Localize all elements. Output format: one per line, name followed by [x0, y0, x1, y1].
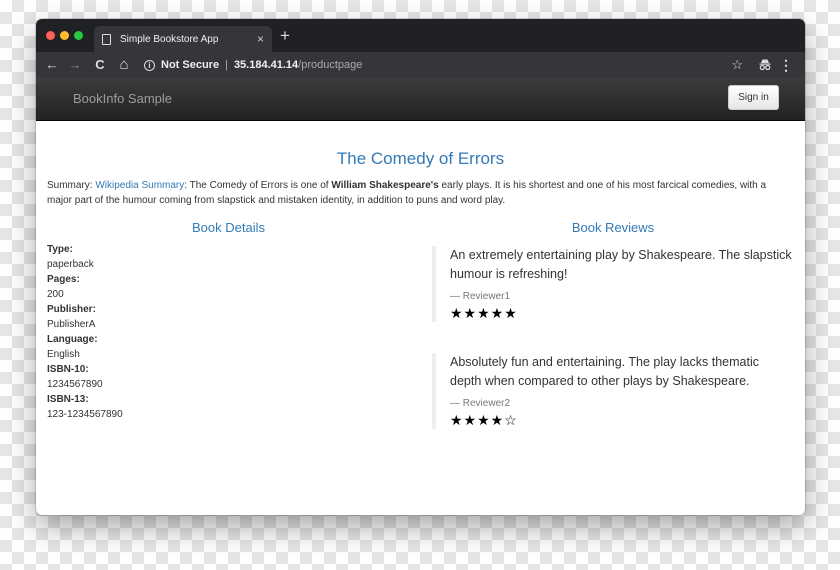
bookmark-star-icon[interactable]: ☆ [731, 57, 743, 73]
review-author: — Reviewer2 [450, 398, 511, 409]
detail-label: ISBN-13: [47, 394, 89, 405]
incognito-icon[interactable] [759, 58, 771, 71]
browser-toolbar: ← → C ⌂ i Not Secure | 35.184.41.14/prod… [36, 52, 805, 78]
review-item: An extremely entertaining play by Shakes… [432, 246, 792, 322]
app-navbar: BookInfo Sample Sign in [36, 78, 805, 121]
info-icon[interactable]: i [144, 59, 155, 71]
detail-label: Publisher: [47, 304, 96, 315]
tab-title: Simple Bookstore App [120, 33, 219, 45]
sign-in-button[interactable]: Sign in [728, 85, 779, 110]
minimize-window-button[interactable] [60, 31, 69, 40]
maximize-window-button[interactable] [74, 31, 83, 40]
detail-label: Pages: [47, 274, 80, 285]
forward-arrow-icon[interactable]: → [67, 57, 83, 73]
menu-icon[interactable]: ⋮ [779, 57, 793, 73]
detail-value: 123-1234567890 [47, 409, 123, 420]
summary-prefix: Summary: [47, 180, 96, 191]
url-path: /productpage [298, 59, 363, 71]
detail-label: ISBN-10: [47, 364, 89, 375]
browser-tab[interactable]: Simple Bookstore App × [94, 26, 272, 52]
security-label: Not Secure [161, 59, 220, 71]
back-arrow-icon[interactable]: ← [44, 57, 60, 73]
review-item: Absolutely fun and entertaining. The pla… [432, 353, 792, 429]
summary-author: William Shakespeare's [331, 180, 439, 191]
star-rating: ★★★★★ [450, 305, 518, 321]
detail-value: paperback [47, 259, 94, 270]
home-icon[interactable]: ⌂ [116, 57, 132, 73]
book-title: The Comedy of Errors [336, 149, 505, 168]
star-rating: ★★★★☆ [450, 412, 518, 428]
detail-value: 200 [47, 289, 64, 300]
book-summary: Summary: Wikipedia Summary: The Comedy o… [47, 178, 793, 208]
detail-value: PublisherA [47, 319, 96, 330]
review-text: Absolutely fun and entertaining. The pla… [450, 355, 759, 388]
wikipedia-summary-link[interactable]: Wikipedia Summary [95, 180, 184, 191]
url-host: 35.184.41.14 [233, 59, 299, 71]
detail-label: Language: [47, 334, 98, 345]
reload-icon[interactable]: C [92, 57, 108, 73]
browser-window: Simple Bookstore App × + ← → C ⌂ i Not S… [36, 19, 805, 515]
summary-text-1: : The Comedy of Errors is one of [184, 180, 332, 191]
brand-link[interactable]: BookInfo Sample [73, 91, 172, 106]
book-details-heading: Book Details [192, 220, 265, 235]
new-tab-button[interactable]: + [280, 27, 290, 44]
address-bar[interactable]: i Not Secure | 35.184.41.14/productpage [144, 57, 362, 73]
product-page: The Comedy of Errors Summary: Wikipedia … [36, 121, 805, 514]
review-text: An extremely entertaining play by Shakes… [450, 248, 792, 281]
book-reviews-heading: Book Reviews [571, 220, 655, 235]
detail-label: Type: [47, 244, 73, 255]
browser-titlebar: Simple Bookstore App × + [36, 19, 805, 52]
tab-close-icon[interactable]: × [257, 33, 264, 45]
book-details-list: Type: paperback Pages: 200 Publisher: Pu… [47, 242, 123, 422]
close-window-button[interactable] [46, 31, 55, 40]
detail-value: 1234567890 [47, 379, 103, 390]
detail-value: English [47, 349, 80, 360]
page-icon [102, 33, 111, 45]
review-author: — Reviewer1 [450, 291, 511, 302]
url-separator: | [225, 59, 228, 71]
